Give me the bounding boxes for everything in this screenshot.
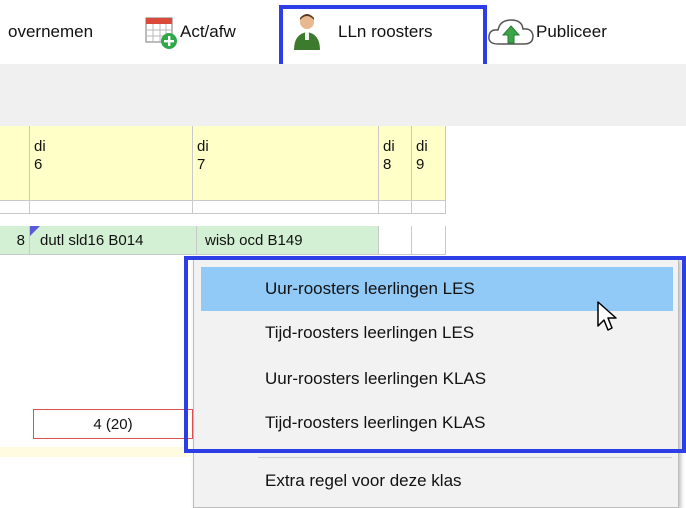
count-field[interactable]: 4 (20)	[33, 409, 193, 439]
empty-cell[interactable]	[379, 226, 412, 254]
header-sub-cell	[30, 200, 193, 214]
schedule-header: di 6 di 7 di 8 di 9	[0, 126, 446, 214]
header-cell-prev	[0, 126, 30, 200]
header-sub-cell	[379, 200, 412, 214]
lesson-corner-marker	[30, 226, 40, 236]
header-sub-cell	[412, 200, 446, 214]
toolbar: overnemen Act/afw LLn roosters Publiceer	[0, 0, 686, 71]
cloud-upload-icon	[486, 14, 536, 50]
menu-separator	[258, 457, 672, 458]
header-cell-di-8[interactable]: di 8	[379, 126, 412, 200]
header-num: 9	[416, 156, 425, 173]
grid-line	[0, 213, 446, 214]
grid-line	[0, 254, 446, 255]
header-cell-di-7[interactable]: di 7	[193, 126, 379, 200]
actafw-label: Act/afw	[180, 22, 236, 41]
menu-item-label: Extra regel voor deze klas	[265, 471, 462, 490]
header-num: 8	[383, 156, 392, 173]
header-num: 7	[197, 156, 206, 173]
grid-line	[0, 200, 446, 201]
overnemen-label: overnemen	[8, 22, 94, 41]
header-day: di	[34, 138, 46, 155]
publiceer-button[interactable]: Publiceer	[486, 12, 607, 52]
row-lead-cell[interactable]: 8	[0, 226, 30, 254]
header-sub-cell	[0, 200, 30, 214]
toolbar-empty-area	[0, 64, 686, 126]
yellow-strip	[0, 447, 190, 457]
menu-highlight	[184, 256, 686, 453]
overnemen-button[interactable]: overnemen	[8, 12, 93, 52]
mouse-pointer-icon	[596, 300, 618, 339]
header-day: di	[416, 138, 428, 155]
publiceer-label: Publiceer	[536, 22, 607, 41]
header-day: di	[197, 138, 209, 155]
header-sub-cell	[193, 200, 379, 214]
empty-cell[interactable]	[412, 226, 446, 254]
calendar-add-icon	[144, 14, 180, 50]
header-cell-di-9[interactable]: di 9	[412, 126, 446, 200]
header-day: di	[383, 138, 395, 155]
header-cell-di-6[interactable]: di 6	[30, 126, 193, 200]
lesson-cell-dutl[interactable]: dutl sld16 B014	[30, 226, 197, 254]
lesson-text: wisb ocd B149	[205, 231, 303, 249]
lesson-cell-wisb[interactable]: wisb ocd B149	[197, 226, 379, 254]
header-num: 6	[34, 156, 43, 173]
count-value: 4 (20)	[93, 415, 133, 433]
menu-item-extra-regel[interactable]: Extra regel voor deze klas	[201, 459, 673, 503]
llnroosters-highlight	[279, 5, 487, 71]
actafw-button[interactable]: Act/afw	[144, 12, 236, 52]
row-lead-value: 8	[16, 231, 25, 249]
lesson-text: dutl sld16 B014	[40, 231, 144, 249]
